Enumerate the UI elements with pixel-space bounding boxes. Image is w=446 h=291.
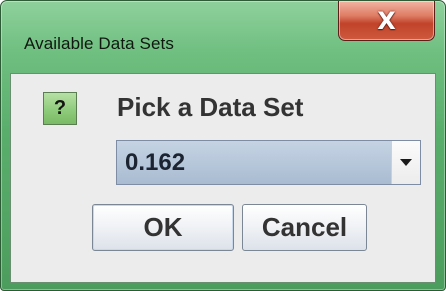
dropdown-arrow-button[interactable] xyxy=(391,141,420,184)
close-button[interactable]: X xyxy=(338,1,435,41)
close-icon: X xyxy=(377,6,396,35)
dialog-content: ? Pick a Data Set 0.162 OK Cancel xyxy=(10,73,436,283)
dialog-prompt: Pick a Data Set xyxy=(117,92,304,122)
data-set-dropdown[interactable]: 0.162 xyxy=(116,140,421,185)
data-set-selected-value: 0.162 xyxy=(125,148,186,176)
window-title: Available Data Sets xyxy=(24,34,174,53)
title-bar[interactable]: Available Data Sets X xyxy=(1,1,445,73)
cancel-button[interactable]: Cancel xyxy=(242,204,367,251)
ok-button[interactable]: OK xyxy=(92,204,234,251)
question-icon: ? xyxy=(43,92,77,125)
dialog-window: Available Data Sets X ? Pick a Data Set … xyxy=(0,0,446,291)
chevron-down-icon xyxy=(400,159,412,166)
